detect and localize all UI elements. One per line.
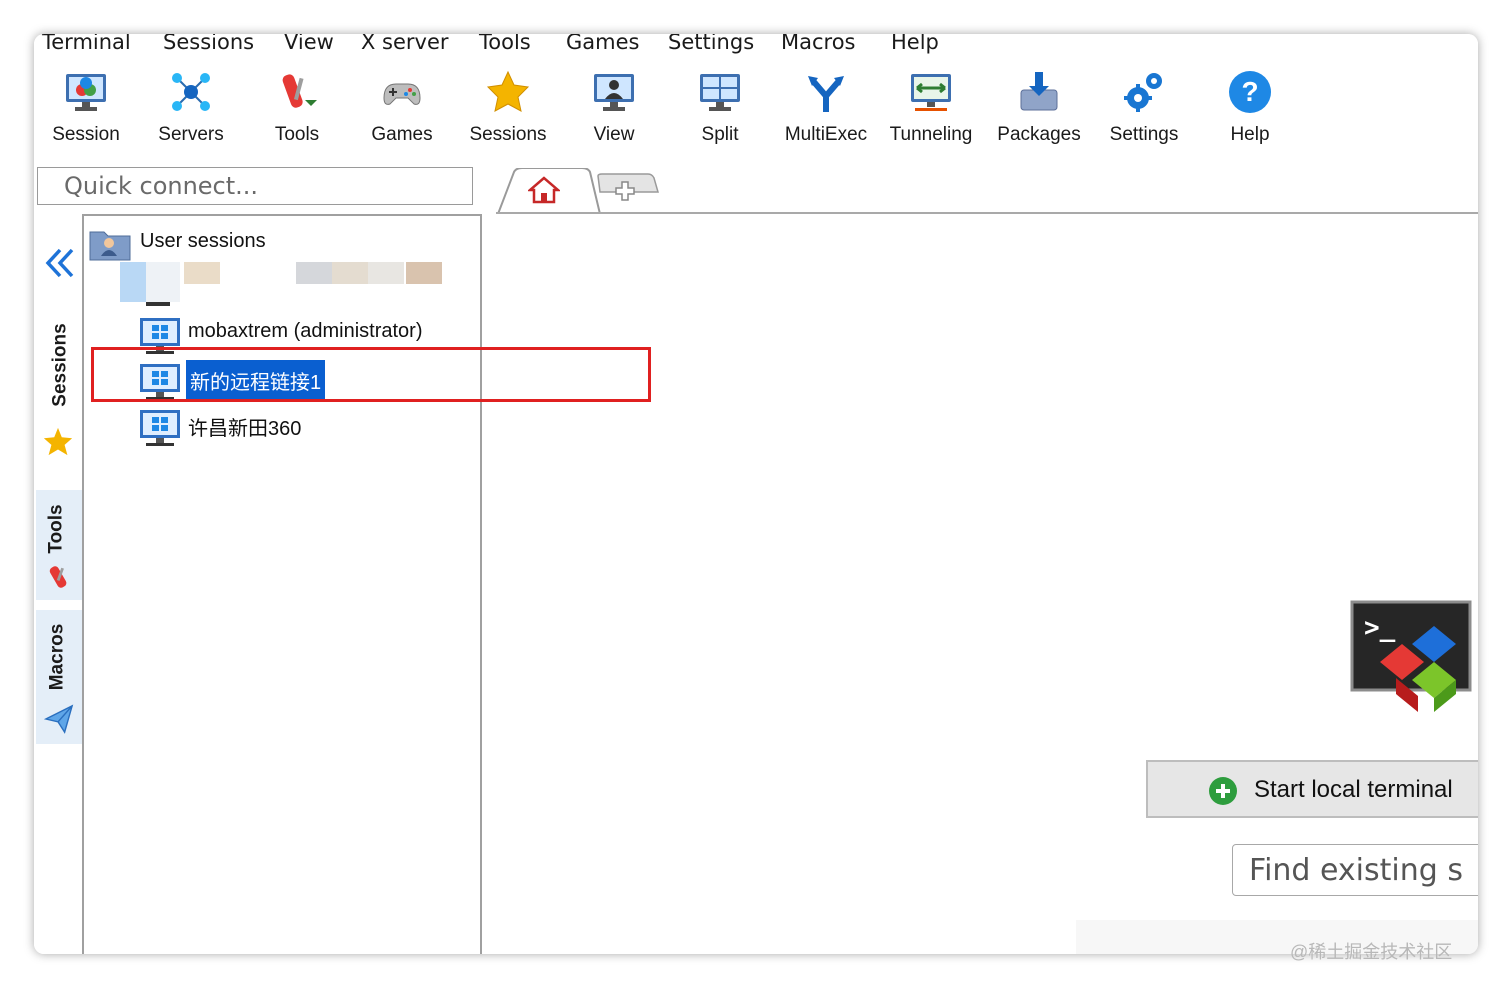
side-tab-sessions[interactable]: Sessions xyxy=(36,294,82,478)
side-tab-tools-label: Tools xyxy=(45,504,67,554)
side-tab-tools[interactable]: Tools xyxy=(36,490,83,600)
rdp-monitor-icon xyxy=(140,410,180,446)
swiss-knife-icon xyxy=(49,566,67,588)
menu-x-server[interactable]: X server xyxy=(361,34,449,54)
multiexec-button[interactable]: MultiExec xyxy=(776,62,876,158)
start-local-terminal-label: Start local terminal xyxy=(1254,776,1453,803)
gear-icon xyxy=(1124,73,1162,112)
add-tab-icon xyxy=(615,181,635,201)
find-existing-session-input[interactable] xyxy=(1232,844,1478,896)
star-icon xyxy=(486,70,530,112)
menu-help[interactable]: Help xyxy=(891,34,939,54)
quick-connect-input[interactable] xyxy=(37,167,473,205)
tree-item-label: mobaxtrem (administrator) xyxy=(188,320,423,342)
multiexec-label: MultiExec xyxy=(784,124,868,145)
session-label: Session xyxy=(52,124,120,145)
user-folder-icon xyxy=(89,231,131,261)
redacted-row xyxy=(120,262,480,306)
tools-label: Tools xyxy=(274,124,320,145)
multiexec-icon xyxy=(808,76,844,112)
home-tab[interactable] xyxy=(526,174,562,206)
tree-root-label: User sessions xyxy=(140,230,266,252)
highlight-annotation-box xyxy=(91,347,651,402)
sessions-label: Sessions xyxy=(469,124,547,145)
tab-underline xyxy=(496,212,1478,214)
watermark-text: @稀土掘金技术社区 xyxy=(1290,942,1453,962)
menu-view[interactable]: View xyxy=(284,34,334,54)
view-button[interactable]: View xyxy=(564,62,664,158)
toolbar: Session Servers Tools Games Sessions Vie… xyxy=(34,62,1478,162)
servers-button[interactable]: Servers xyxy=(140,62,242,158)
tree-item[interactable]: 许昌新田360 xyxy=(138,408,468,448)
tree-root-user-sessions[interactable]: User sessions xyxy=(88,226,468,262)
view-icon xyxy=(594,74,634,111)
collapse-panel-button[interactable] xyxy=(42,246,76,280)
menu-sessions[interactable]: Sessions xyxy=(163,34,254,54)
split-button[interactable]: Split xyxy=(668,62,772,158)
svg-text:?: ? xyxy=(1241,76,1258,107)
home-icon xyxy=(526,176,562,204)
tree-item-label: 许昌新田360 xyxy=(188,418,302,440)
settings-button[interactable]: Settings xyxy=(1092,62,1196,158)
start-local-terminal-button[interactable]: Start local terminal xyxy=(1146,760,1478,818)
packages-label: Packages xyxy=(997,124,1081,145)
games-button[interactable]: Games xyxy=(350,62,454,158)
menu-terminal[interactable]: Terminal xyxy=(42,34,131,54)
menu-games[interactable]: Games xyxy=(566,34,639,54)
menu-macros[interactable]: Macros xyxy=(781,34,856,54)
games-label: Games xyxy=(371,124,433,145)
sessions-button[interactable]: Sessions xyxy=(454,62,562,158)
double-chevron-left-icon xyxy=(45,248,74,278)
tunneling-button[interactable]: Tunneling xyxy=(880,62,982,158)
menu-bar: Terminal Sessions View X server Tools Ga… xyxy=(34,34,1478,56)
session-tree: User sessions mobaxtrem (administrator) xyxy=(82,214,482,954)
split-label: Split xyxy=(701,124,739,145)
side-tab-macros-label: Macros xyxy=(46,623,68,691)
side-panel-tabs: Sessions Tools Macros xyxy=(34,216,83,954)
plus-circle-icon xyxy=(1209,777,1237,805)
help-button[interactable]: ? Help xyxy=(1198,62,1302,158)
svg-text:>_: >_ xyxy=(1364,613,1396,643)
session-icon xyxy=(66,74,106,111)
side-tab-sessions-label: Sessions xyxy=(49,323,71,407)
tunneling-icon xyxy=(911,74,951,111)
tunneling-label: Tunneling xyxy=(889,124,973,145)
side-tab-macros[interactable]: Macros xyxy=(36,610,83,744)
menu-tools[interactable]: Tools xyxy=(479,34,531,54)
view-label: View xyxy=(593,124,635,145)
packages-button[interactable]: Packages xyxy=(986,62,1092,158)
packages-icon xyxy=(1020,72,1058,111)
help-label: Help xyxy=(1230,124,1270,145)
add-tab-button[interactable] xyxy=(614,180,636,202)
tools-icon xyxy=(282,74,317,108)
session-button[interactable]: Session xyxy=(34,62,138,158)
servers-icon xyxy=(172,73,210,111)
gamepad-icon xyxy=(383,83,421,105)
servers-label: Servers xyxy=(158,124,224,145)
settings-label: Settings xyxy=(1109,124,1179,145)
menu-settings[interactable]: Settings xyxy=(668,34,754,54)
mobaxterm-window: Terminal Sessions View X server Tools Ga… xyxy=(34,34,1478,954)
mobaxterm-logo-icon: >_ xyxy=(1350,600,1472,712)
tools-button[interactable]: Tools xyxy=(244,62,350,158)
star-icon xyxy=(43,427,73,456)
split-icon xyxy=(700,74,740,111)
help-icon: ? xyxy=(1229,71,1271,113)
paper-plane-icon xyxy=(44,704,74,734)
tab-bar xyxy=(497,168,659,214)
